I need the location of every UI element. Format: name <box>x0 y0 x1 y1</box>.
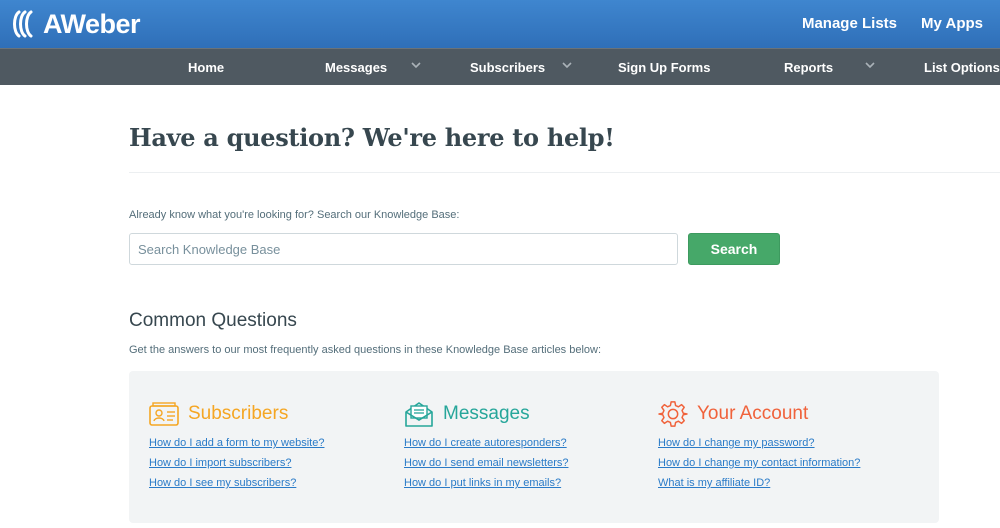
faq-link[interactable]: What is my affiliate ID? <box>658 476 860 490</box>
faq-link[interactable]: How do I see my subscribers? <box>149 476 324 490</box>
category-title[interactable]: Your Account <box>697 403 808 425</box>
chevron-down-icon[interactable] <box>562 62 572 69</box>
logo-text: AWeber <box>43 9 141 39</box>
faq-link[interactable]: How do I change my contact information? <box>658 456 860 470</box>
faq-link[interactable]: How do I import subscribers? <box>149 456 324 470</box>
category-messages: Messages How do I create autoresponders?… <box>404 401 568 496</box>
kb-search-label: Already know what you're looking for? Se… <box>129 209 460 221</box>
search-button[interactable]: Search <box>688 233 780 265</box>
category-your-account: Your Account How do I change my password… <box>658 401 860 496</box>
chevron-down-icon[interactable] <box>411 62 421 69</box>
nav-item-home[interactable]: Home <box>188 60 224 76</box>
my-apps-link[interactable]: My Apps <box>921 15 983 33</box>
nav-item-sign-up-forms[interactable]: Sign Up Forms <box>618 60 710 76</box>
nav-item-list-options[interactable]: List Options <box>924 60 1000 76</box>
subscribers-icon <box>149 402 179 426</box>
nav-item-subscribers[interactable]: Subscribers <box>470 60 545 76</box>
faq-link[interactable]: How do I create autoresponders? <box>404 436 568 450</box>
aweber-logo[interactable]: AWeber <box>10 8 141 40</box>
chevron-down-icon[interactable] <box>865 62 875 69</box>
faq-link[interactable]: How do I send email newsletters? <box>404 456 568 470</box>
common-questions-subtitle: Get the answers to our most frequently a… <box>129 344 602 356</box>
messages-icon <box>405 402 433 427</box>
page-title: Have a question? We're here to help! <box>129 123 615 152</box>
aweber-logo-icon <box>13 10 33 38</box>
category-title[interactable]: Subscribers <box>188 403 288 425</box>
gear-icon <box>658 401 688 427</box>
faq-link[interactable]: How do I put links in my emails? <box>404 476 568 490</box>
category-title[interactable]: Messages <box>443 403 530 425</box>
divider <box>129 172 1000 173</box>
nav-item-messages[interactable]: Messages <box>325 60 387 76</box>
faq-link[interactable]: How do I add a form to my website? <box>149 436 324 450</box>
manage-lists-link[interactable]: Manage Lists <box>802 15 897 33</box>
common-questions-title: Common Questions <box>129 310 297 331</box>
kb-search-input[interactable] <box>129 233 678 265</box>
top-header: AWeber Manage Lists My Apps <box>0 0 1000 48</box>
common-questions-panel: Subscribers How do I add a form to my we… <box>129 371 939 523</box>
nav-item-reports[interactable]: Reports <box>784 60 833 76</box>
main-nav: Home Messages Subscribers Sign Up Forms … <box>0 48 1000 85</box>
category-subscribers: Subscribers How do I add a form to my we… <box>149 401 324 496</box>
faq-link[interactable]: How do I change my password? <box>658 436 860 450</box>
